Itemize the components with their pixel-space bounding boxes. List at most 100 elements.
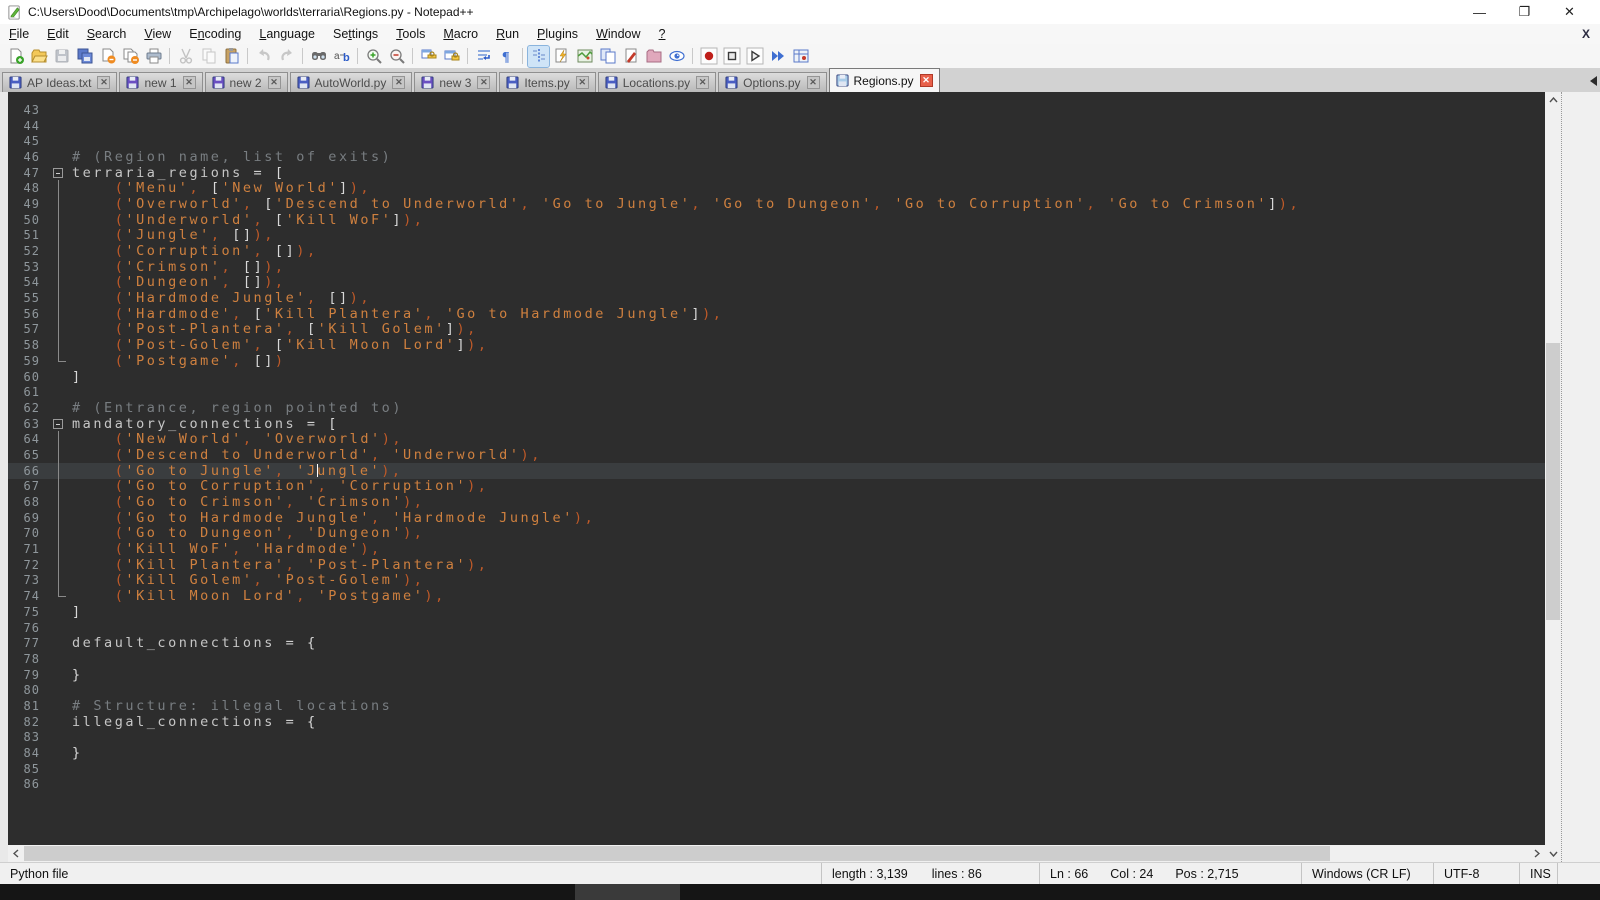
code-line-45[interactable]: 45	[8, 133, 1545, 149]
find-icon[interactable]	[308, 46, 329, 67]
macro-run-multiple-icon[interactable]	[767, 46, 788, 67]
menu-view[interactable]: View	[135, 25, 180, 43]
document-close-icon[interactable]: X	[1578, 26, 1594, 42]
scroll-down-icon[interactable]	[1545, 846, 1561, 862]
code-line-82[interactable]: 82illegal_connections = {	[8, 714, 1545, 730]
code-line-83[interactable]: 83	[8, 730, 1545, 746]
code-line-68[interactable]: 68 ('Go to Crimson', 'Crimson'),	[8, 494, 1545, 510]
code-line-64[interactable]: 64 ('New World', 'Overworld'),	[8, 431, 1545, 447]
new-file-icon[interactable]	[5, 46, 26, 67]
run-script-icon[interactable]	[620, 46, 641, 67]
code-line-77[interactable]: 77default_connections = {	[8, 635, 1545, 651]
paste-icon[interactable]	[221, 46, 242, 67]
code-line-43[interactable]: 43	[8, 102, 1545, 118]
fold-open-marker[interactable]	[50, 416, 68, 432]
tab-list-arrow-icon[interactable]	[1590, 76, 1597, 86]
tab-regions-py[interactable]: Regions.py✕	[829, 68, 940, 92]
horizontal-scrollbar[interactable]	[8, 845, 1545, 862]
restore-button[interactable]: ❐	[1502, 0, 1547, 24]
menu-encoding[interactable]: Encoding	[180, 25, 250, 43]
code-line-69[interactable]: 69 ('Go to Hardmode Jungle', 'Hardmode J…	[8, 510, 1545, 526]
code-line-73[interactable]: 73 ('Kill Golem', 'Post-Golem'),	[8, 573, 1545, 589]
macro-record-icon[interactable]	[698, 46, 719, 67]
indent-guide-icon[interactable]	[528, 46, 549, 67]
tab-items-py[interactable]: Items.py✕	[499, 72, 595, 92]
menu-tools[interactable]: Tools	[387, 25, 434, 43]
tab-autoworld-py[interactable]: AutoWorld.py✕	[290, 72, 413, 92]
code-line-80[interactable]: 80	[8, 682, 1545, 698]
open-file-icon[interactable]	[28, 46, 49, 67]
replace-icon[interactable]: ab	[331, 46, 352, 67]
macro-play-icon[interactable]	[744, 46, 765, 67]
tab-close-icon[interactable]: ✕	[696, 76, 709, 89]
status-encoding[interactable]: UTF-8	[1434, 863, 1520, 884]
code-line-46[interactable]: 46# (Region name, list of exits)	[8, 149, 1545, 165]
code-line-52[interactable]: 52 ('Corruption', []),	[8, 243, 1545, 259]
tab-new-2[interactable]: new 2✕	[205, 72, 288, 92]
tab-close-icon[interactable]: ✕	[392, 76, 405, 89]
code-line-49[interactable]: 49 ('Overworld', ['Descend to Underworld…	[8, 196, 1545, 212]
code-line-59[interactable]: 59 ('Postgame', [])	[8, 353, 1545, 369]
code-line-70[interactable]: 70 ('Go to Dungeon', 'Dungeon'),	[8, 526, 1545, 542]
code-line-54[interactable]: 54 ('Dungeon', []),	[8, 275, 1545, 291]
code-line-47[interactable]: 47terraria_regions = [	[8, 165, 1545, 181]
redo-icon[interactable]	[276, 46, 297, 67]
function-completion-icon[interactable]	[551, 46, 572, 67]
code-line-57[interactable]: 57 ('Post-Plantera', ['Kill Golem']),	[8, 322, 1545, 338]
view-monitoring-icon[interactable]	[666, 46, 687, 67]
macro-stop-icon[interactable]	[721, 46, 742, 67]
code-line-60[interactable]: 60]	[8, 369, 1545, 385]
menu-run[interactable]: Run	[487, 25, 528, 43]
scroll-left-icon[interactable]	[8, 845, 24, 862]
code-editor[interactable]: 43444546# (Region name, list of exits)47…	[8, 92, 1545, 845]
document-map-icon[interactable]	[574, 46, 595, 67]
code-line-66[interactable]: 66 ('Go to Jungle', 'Jungle'),	[8, 463, 1545, 479]
tab-ap-ideas-txt[interactable]: AP Ideas.txt✕	[2, 72, 117, 92]
save-all-icon[interactable]	[74, 46, 95, 67]
close-button[interactable]: ✕	[1547, 0, 1592, 24]
code-line-55[interactable]: 55 ('Hardmode Jungle', []),	[8, 290, 1545, 306]
print-icon[interactable]	[143, 46, 164, 67]
close-file-icon[interactable]	[97, 46, 118, 67]
code-line-63[interactable]: 63mandatory_connections = [	[8, 416, 1545, 432]
code-line-67[interactable]: 67 ('Go to Corruption', 'Corruption'),	[8, 479, 1545, 495]
horizontal-scrollbar-thumb[interactable]	[24, 846, 1330, 861]
tab-close-icon[interactable]: ✕	[183, 76, 196, 89]
menu-settings[interactable]: Settings	[324, 25, 387, 43]
code-line-84[interactable]: 84}	[8, 745, 1545, 761]
code-line-58[interactable]: 58 ('Post-Golem', ['Kill Moon Lord']),	[8, 337, 1545, 353]
minimize-button[interactable]: —	[1457, 0, 1502, 24]
code-line-50[interactable]: 50 ('Underworld', ['Kill WoF']),	[8, 212, 1545, 228]
code-line-51[interactable]: 51 ('Jungle', []),	[8, 228, 1545, 244]
tab-close-icon[interactable]: ✕	[576, 76, 589, 89]
tab-close-icon[interactable]: ✕	[477, 76, 490, 89]
menu-plugins[interactable]: Plugins	[528, 25, 587, 43]
code-line-62[interactable]: 62# (Entrance, region pointed to)	[8, 400, 1545, 416]
status-eol-format[interactable]: Windows (CR LF)	[1302, 863, 1434, 884]
folder-as-workspace-icon[interactable]	[643, 46, 664, 67]
fold-open-marker[interactable]	[50, 165, 68, 181]
tab-close-icon[interactable]: ✕	[97, 76, 110, 89]
show-all-characters-icon[interactable]: ¶	[496, 46, 517, 67]
tab-close-icon[interactable]: ✕	[807, 76, 820, 89]
zoom-out-icon[interactable]	[386, 46, 407, 67]
code-line-53[interactable]: 53 ('Crimson', []),	[8, 259, 1545, 275]
word-wrap-icon[interactable]	[473, 46, 494, 67]
code-line-85[interactable]: 85	[8, 761, 1545, 777]
code-line-76[interactable]: 76	[8, 620, 1545, 636]
tab-options-py[interactable]: Options.py✕	[718, 72, 826, 92]
sync-scroll-horizontal-icon[interactable]	[441, 46, 462, 67]
menu-search[interactable]: Search	[78, 25, 136, 43]
undo-icon[interactable]	[253, 46, 274, 67]
code-line-78[interactable]: 78	[8, 651, 1545, 667]
vertical-scrollbar-thumb[interactable]	[1546, 343, 1560, 620]
code-line-61[interactable]: 61	[8, 384, 1545, 400]
status-insert-mode[interactable]: INS	[1520, 863, 1558, 884]
menu-?[interactable]: ?	[650, 25, 675, 43]
tab-locations-py[interactable]: Locations.py✕	[598, 72, 716, 92]
macro-save-icon[interactable]	[790, 46, 811, 67]
tab-new-3[interactable]: new 3✕	[414, 72, 497, 92]
code-line-81[interactable]: 81# Structure: illegal locations	[8, 698, 1545, 714]
code-line-74[interactable]: 74 ('Kill Moon Lord', 'Postgame'),	[8, 588, 1545, 604]
menu-macro[interactable]: Macro	[434, 25, 487, 43]
